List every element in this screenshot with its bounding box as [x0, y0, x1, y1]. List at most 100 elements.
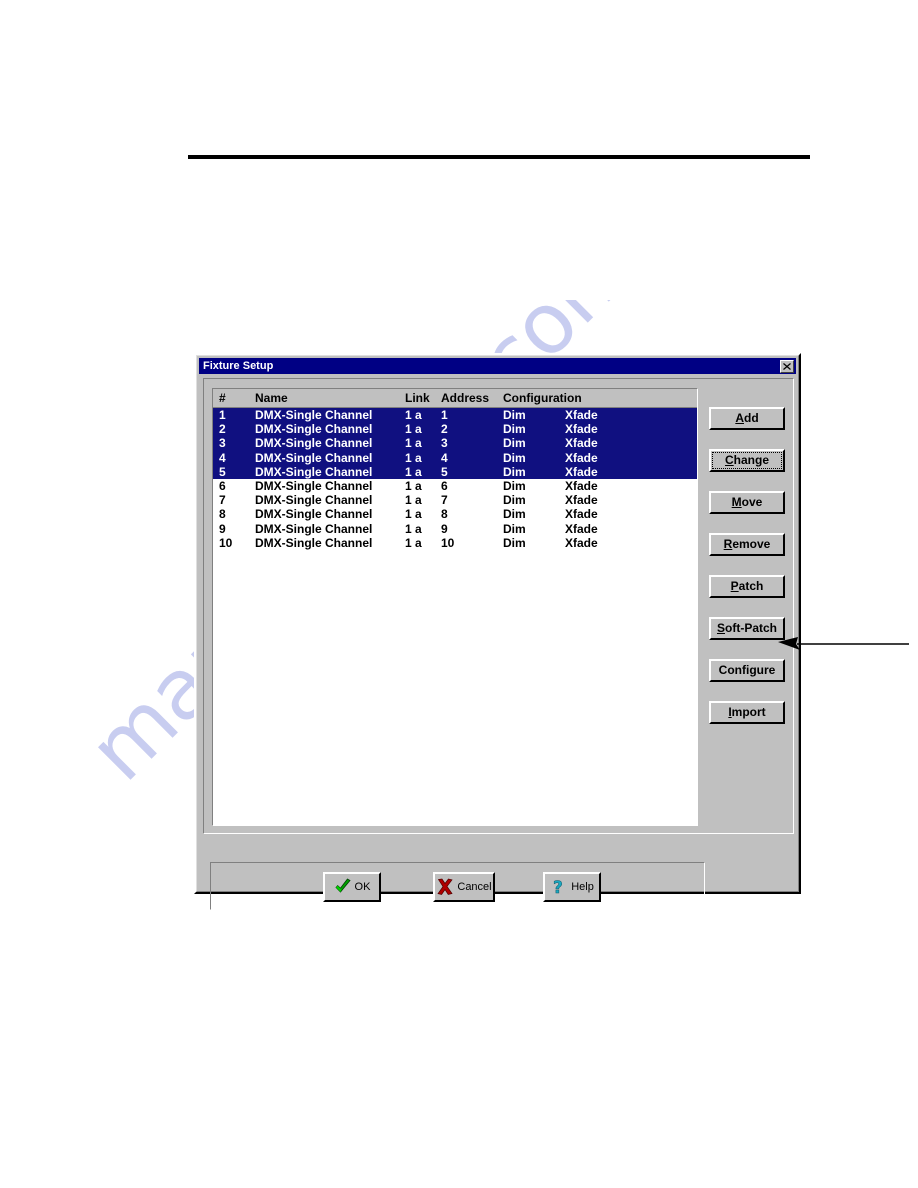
command-button-label: Patch: [730, 579, 764, 593]
table-row[interactable]: 2 DMX-Single Channel 1 a 2 Dim Xfade: [213, 422, 697, 437]
cell-link: 1 a: [405, 408, 422, 422]
help-button-label: Help: [571, 881, 594, 893]
column-header-link: Link: [405, 391, 430, 405]
cell-number: 6: [219, 478, 226, 493]
table-row[interactable]: 1 DMX-Single Channel 1 a 1 Dim Xfade: [213, 408, 697, 423]
cell-link: 1 a: [405, 422, 422, 437]
cell-link: 1 a: [405, 535, 422, 550]
dialog-action-bar: OK Cancel ? Help: [210, 862, 705, 910]
table-row[interactable]: 5 DMX-Single Channel 1 a 5 Dim Xfade: [213, 464, 697, 479]
command-button-label: Soft-Patch: [716, 621, 777, 635]
change-button[interactable]: Change: [709, 449, 785, 472]
command-button-label: Configure: [718, 663, 776, 677]
cell-number: 10: [219, 535, 233, 550]
cell-address: 7: [441, 493, 448, 508]
cell-address: 10: [441, 535, 455, 550]
cell-config-fade: Xfade: [565, 507, 598, 522]
cell-config-mode: Dim: [503, 507, 526, 522]
cell-config-fade: Xfade: [565, 535, 598, 550]
add-button[interactable]: Add: [709, 407, 785, 430]
cell-config-mode: Dim: [503, 493, 526, 508]
command-button-label: Remove: [723, 537, 771, 551]
cancel-button[interactable]: Cancel: [433, 872, 495, 902]
close-button[interactable]: [780, 359, 794, 373]
cell-config-fade: Xfade: [565, 493, 598, 508]
cell-config-mode: Dim: [503, 478, 526, 493]
cell-link: 1 a: [405, 521, 422, 536]
page-header-rule: [188, 155, 810, 159]
cell-config-mode: Dim: [503, 521, 526, 536]
cell-link: 1 a: [405, 464, 422, 479]
cell-config-fade: Xfade: [565, 422, 598, 437]
column-header-address: Address: [441, 391, 490, 405]
cell-config-mode: Dim: [503, 464, 526, 479]
list-column-headers: # Name Link Address Configuration: [213, 389, 697, 408]
table-row[interactable]: 10 DMX-Single Channel 1 a 10 Dim Xfade: [213, 535, 697, 550]
cell-config-mode: Dim: [503, 436, 526, 451]
dialog-content-panel: # Name Link Address Configuration 1 DMX-S…: [203, 378, 794, 910]
move-button[interactable]: Move: [709, 491, 785, 514]
cell-address: 3: [441, 436, 448, 451]
table-row[interactable]: 3 DMX-Single Channel 1 a 3 Dim Xfade: [213, 436, 697, 451]
fixture-setup-dialog: Fixture Setup # Name Link Address Config…: [194, 353, 801, 910]
cell-address: 2: [441, 422, 448, 437]
command-button-label: Change: [724, 453, 769, 467]
cell-number: 4: [219, 450, 226, 465]
cell-address: 8: [441, 507, 448, 522]
remove-button[interactable]: Remove: [709, 533, 785, 556]
table-row[interactable]: 7 DMX-Single Channel 1 a 7 Dim Xfade: [213, 493, 697, 508]
fixture-list[interactable]: # Name Link Address Configuration 1 DMX-S…: [212, 388, 698, 826]
cell-number: 2: [219, 422, 226, 437]
command-button-column: Add Change Move Remove Patch Soft-Patch Config…: [709, 407, 785, 743]
cell-number: 3: [219, 436, 226, 451]
svg-text:?: ?: [553, 878, 563, 896]
red-x-icon: [436, 877, 454, 897]
cell-config-fade: Xfade: [565, 521, 598, 536]
cell-config-mode: Dim: [503, 535, 526, 550]
import-button[interactable]: Import: [709, 701, 785, 724]
help-button[interactable]: ? Help: [543, 872, 601, 902]
dialog-titlebar[interactable]: Fixture Setup: [199, 358, 796, 374]
soft-patch-button[interactable]: Soft-Patch: [709, 617, 785, 640]
ok-button-label: OK: [354, 881, 371, 893]
cell-address: 9: [441, 521, 448, 536]
cell-link: 1 a: [405, 493, 422, 508]
cell-config-fade: Xfade: [565, 478, 598, 493]
ok-button[interactable]: OK: [323, 872, 381, 902]
configure-button[interactable]: Configure: [709, 659, 785, 682]
cyan-question-mark-icon: ?: [550, 877, 568, 897]
cell-number: 1: [219, 408, 226, 422]
command-button-label: Move: [731, 495, 763, 509]
command-button-label: Import: [728, 705, 766, 719]
table-row[interactable]: 9 DMX-Single Channel 1 a 9 Dim Xfade: [213, 521, 697, 536]
list-rows: 1 DMX-Single Channel 1 a 1 Dim Xfade 2 DMX-Sing…: [213, 408, 697, 550]
cell-address: 4: [441, 450, 448, 465]
cell-config-mode: Dim: [503, 408, 526, 422]
document-page: manualshive.com Fixture Setup: [0, 0, 918, 1188]
patch-button[interactable]: Patch: [709, 575, 785, 598]
cell-number: 8: [219, 507, 226, 522]
table-row[interactable]: 8 DMX-Single Channel 1 a 8 Dim Xfade: [213, 507, 697, 522]
cell-link: 1 a: [405, 436, 422, 451]
cancel-button-label: Cancel: [457, 881, 492, 893]
command-button-label: Add: [735, 411, 759, 425]
dialog-title: Fixture Setup: [203, 360, 274, 372]
cell-config-fade: Xfade: [565, 450, 598, 465]
cell-number: 7: [219, 493, 226, 508]
table-row[interactable]: 4 DMX-Single Channel 1 a 4 Dim Xfade: [213, 450, 697, 465]
cell-address: 6: [441, 478, 448, 493]
cell-config-mode: Dim: [503, 450, 526, 465]
cell-config-fade: Xfade: [565, 464, 598, 479]
cell-number: 9: [219, 521, 226, 536]
cell-config-fade: Xfade: [565, 436, 598, 451]
cell-address: 5: [441, 464, 448, 479]
cell-link: 1 a: [405, 507, 422, 522]
cell-config-mode: Dim: [503, 422, 526, 437]
cell-link: 1 a: [405, 450, 422, 465]
column-header-number: #: [219, 391, 226, 405]
cell-link: 1 a: [405, 478, 422, 493]
green-check-icon: [334, 877, 352, 897]
table-row[interactable]: 6 DMX-Single Channel 1 a 6 Dim Xfade: [213, 478, 697, 494]
cell-number: 5: [219, 464, 226, 479]
cell-address: 1: [441, 408, 448, 422]
